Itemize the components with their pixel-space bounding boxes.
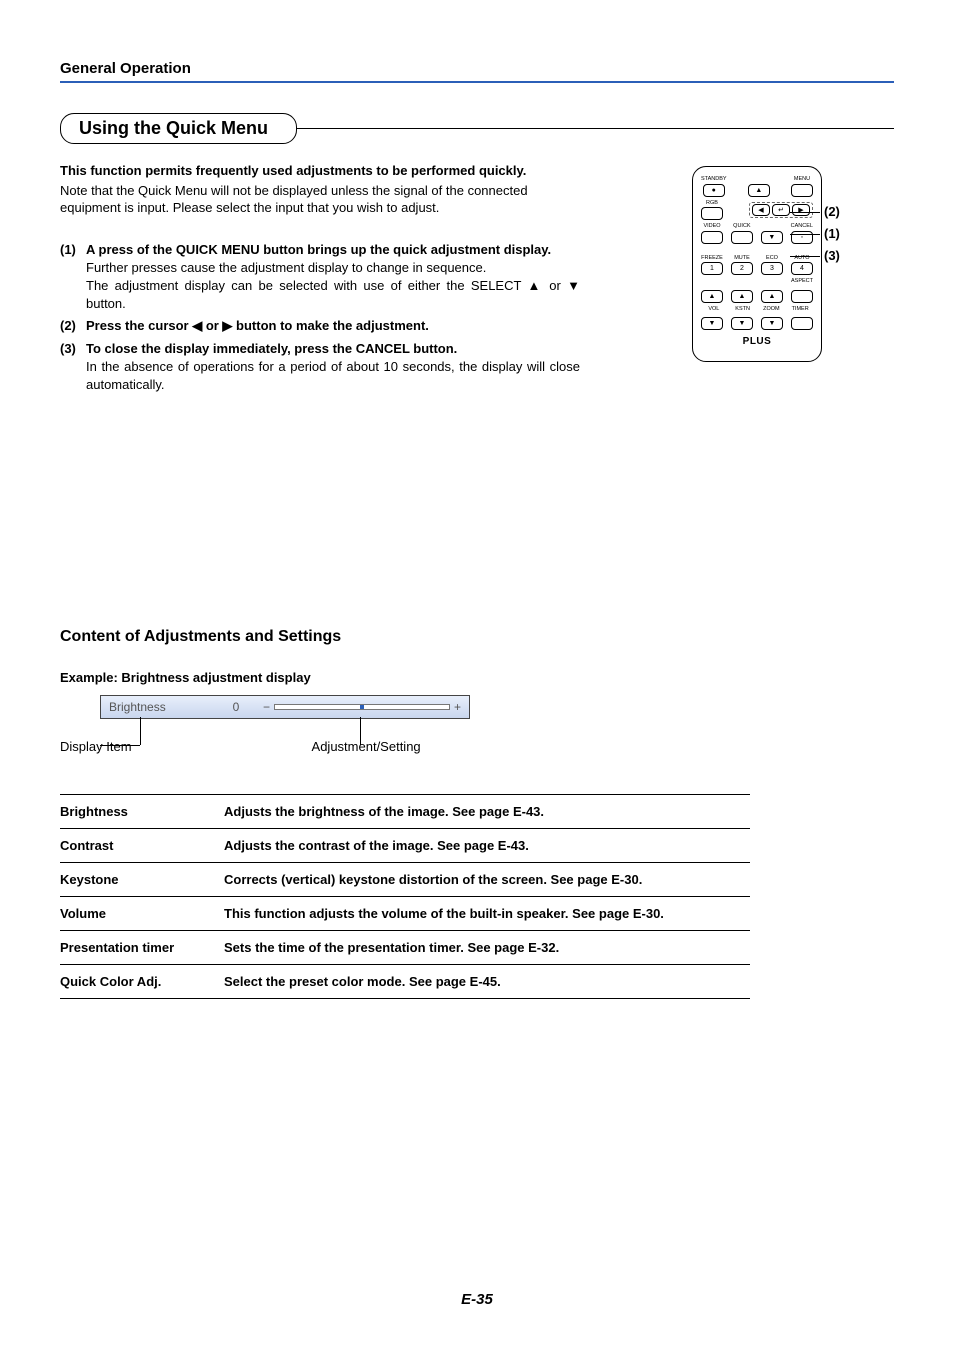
remote-btn-2: 2 xyxy=(731,262,753,275)
example-label: Example: Brightness adjustment display xyxy=(60,670,894,685)
osd-slider-thumb xyxy=(360,705,364,709)
leader-h-left xyxy=(100,745,140,746)
remote-btn-standby: ● xyxy=(703,184,725,197)
remote-label-quick: QUICK xyxy=(733,224,750,230)
osd-value: 0 xyxy=(221,700,251,714)
remote-btn-kstn-dn: ▼ xyxy=(731,317,753,330)
remote-btn-1: 1 xyxy=(701,262,723,275)
remote-btn-cancel: ◦ xyxy=(791,231,813,244)
remote-label-cancel: CANCEL xyxy=(791,224,813,230)
remote-label-aspect: ASPECT xyxy=(791,279,813,285)
adjustments-table: Brightness Adjusts the brightness of the… xyxy=(60,794,750,999)
remote-label-video: VIDEO xyxy=(703,224,720,230)
remote-enter-group: ◀ ↵ ▶ xyxy=(749,202,813,218)
osd-label-adjustment: Adjustment/Setting xyxy=(312,739,421,754)
osd-bar: Brightness 0 − + xyxy=(100,695,470,719)
remote-label-rgb: RGB xyxy=(706,201,718,207)
remote-diagram: STANDBY● ▲ MENU RGB ◀ ↵ ▶ VIDEO QUICK xyxy=(692,166,822,362)
table-desc: Adjusts the contrast of the image. See p… xyxy=(224,838,750,853)
page-title: Using the Quick Menu xyxy=(60,113,297,144)
remote-label-timer: TIMER xyxy=(787,307,813,313)
osd-item-name: Brightness xyxy=(109,700,209,714)
remote-label-standby: STANDBY xyxy=(701,177,727,183)
step-2-title: Press the cursor ◀ or ▶ button to make t… xyxy=(86,317,580,335)
remote-btn-video xyxy=(701,231,723,244)
table-row: Contrast Adjusts the contrast of the ima… xyxy=(60,829,750,863)
table-desc: Adjusts the brightness of the image. See… xyxy=(224,804,750,819)
remote-btn-kstn-up: ▲ xyxy=(731,290,753,303)
remote-label-freeze: FREEZE xyxy=(701,256,723,262)
step-1-title: A press of the QUICK MENU button brings … xyxy=(86,241,580,259)
table-row: Keystone Corrects (vertical) keystone di… xyxy=(60,863,750,897)
osd-plus: + xyxy=(454,700,461,714)
callout-line-1 xyxy=(790,234,820,235)
table-label: Brightness xyxy=(60,804,210,819)
subsection-title: Content of Adjustments and Settings xyxy=(60,628,894,646)
remote-btn-aspect xyxy=(791,290,813,303)
callout-1: (1) xyxy=(824,226,840,241)
step-3-title: To close the display immediately, press … xyxy=(86,340,580,358)
remote-label-zoom: ZOOM xyxy=(759,307,785,313)
step-num-2: (2) xyxy=(60,317,86,335)
leader-v-left xyxy=(140,717,141,745)
remote-btn-rgb xyxy=(701,207,723,220)
remote-btn-vol-up: ▲ xyxy=(701,290,723,303)
remote-brand: PLUS xyxy=(701,336,813,347)
callout-line-3 xyxy=(790,256,820,257)
callout-3: (3) xyxy=(824,248,840,263)
table-row: Volume This function adjusts the volume … xyxy=(60,897,750,931)
callout-2: (2) xyxy=(824,204,840,219)
intro-bold: This function permits frequently used ad… xyxy=(60,162,580,180)
table-label: Presentation timer xyxy=(60,940,210,955)
table-desc: This function adjusts the volume of the … xyxy=(224,906,750,921)
table-row: Quick Color Adj. Select the preset color… xyxy=(60,965,750,999)
osd-slider-track xyxy=(274,704,450,710)
remote-label-menu: MENU xyxy=(794,177,810,183)
page-number: E-35 xyxy=(0,1291,954,1308)
step-num-3: (3) xyxy=(60,340,86,395)
table-row: Brightness Adjusts the brightness of the… xyxy=(60,794,750,829)
table-label: Contrast xyxy=(60,838,210,853)
table-desc: Select the preset color mode. See page E… xyxy=(224,974,750,989)
remote-btn-menu xyxy=(791,184,813,197)
step-3-text-a: In the absence of operations for a perio… xyxy=(86,358,580,394)
remote-btn-down: ▼ xyxy=(761,231,783,244)
remote-btn-enter: ↵ xyxy=(772,204,790,216)
remote-label-eco: ECO xyxy=(766,256,778,262)
intro-text: Note that the Quick Menu will not be dis… xyxy=(60,182,580,217)
title-rule xyxy=(295,128,894,129)
remote-btn-timer xyxy=(791,317,813,330)
table-label: Volume xyxy=(60,906,210,921)
callout-line-2 xyxy=(790,212,820,213)
step-1-text-a: Further presses cause the adjustment dis… xyxy=(86,259,580,277)
remote-btn-vol-dn: ▼ xyxy=(701,317,723,330)
section-header: General Operation xyxy=(60,60,894,83)
osd-label-display-item: Display Item xyxy=(60,739,132,754)
step-num-1: (1) xyxy=(60,241,86,314)
remote-btn-left: ◀ xyxy=(752,204,770,216)
remote-btn-zoom-dn: ▼ xyxy=(761,317,783,330)
remote-btn-right: ▶ xyxy=(792,204,810,216)
table-row: Presentation timer Sets the time of the … xyxy=(60,931,750,965)
remote-label-kstn: KSTN xyxy=(730,307,756,313)
leader-v-right xyxy=(360,717,361,745)
remote-btn-quick xyxy=(731,231,753,244)
remote-btn-4: 4 xyxy=(791,262,813,275)
table-label: Quick Color Adj. xyxy=(60,974,210,989)
table-label: Keystone xyxy=(60,872,210,887)
table-desc: Corrects (vertical) keystone distortion … xyxy=(224,872,750,887)
osd-minus: − xyxy=(263,700,270,714)
table-desc: Sets the time of the presentation timer.… xyxy=(224,940,750,955)
remote-label-vol: VOL xyxy=(701,307,727,313)
remote-btn-3: 3 xyxy=(761,262,783,275)
remote-label-mute: MUTE xyxy=(734,256,750,262)
remote-btn-zoom-up: ▲ xyxy=(761,290,783,303)
step-1-text-b: The adjustment display can be selected w… xyxy=(86,277,580,313)
remote-btn-up: ▲ xyxy=(748,184,770,197)
